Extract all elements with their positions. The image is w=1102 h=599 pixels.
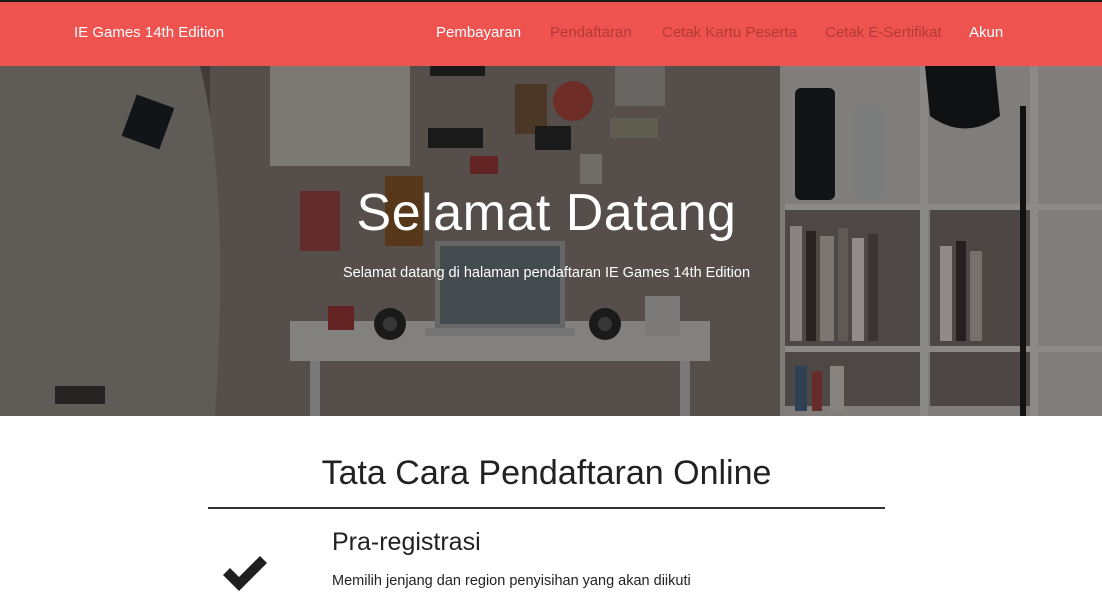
step-title: Pra-registrasi (332, 528, 481, 556)
nav-item-pendaftaran[interactable]: Pendaftaran (550, 24, 632, 41)
nav-item-pembayaran[interactable]: Pembayaran (436, 24, 521, 41)
nav-item-cetak-kartu-peserta[interactable]: Cetak Kartu Peserta (662, 24, 797, 41)
navbar: IE Games 14th Edition Pembayaran Pendaft… (0, 2, 1102, 66)
nav-item-akun[interactable]: Akun (969, 24, 1003, 41)
nav-menu: Pembayaran Pendaftaran Cetak Kartu Peser… (0, 24, 1102, 46)
hero-subtitle: Selamat datang di halaman pendaftaran IE… (342, 265, 751, 281)
section-divider (208, 507, 885, 509)
step-description: Memilih jenjang dan region penyisihan ya… (332, 573, 691, 589)
nav-item-cetak-e-sertifikat[interactable]: Cetak E-Sertifikat (825, 24, 942, 41)
check-icon (223, 556, 267, 591)
section-title: Tata Cara Pendaftaran Online (321, 454, 772, 492)
hero-title: Selamat Datang (356, 184, 737, 242)
hero-banner: Selamat Datang Selamat datang di halaman… (0, 66, 1102, 416)
